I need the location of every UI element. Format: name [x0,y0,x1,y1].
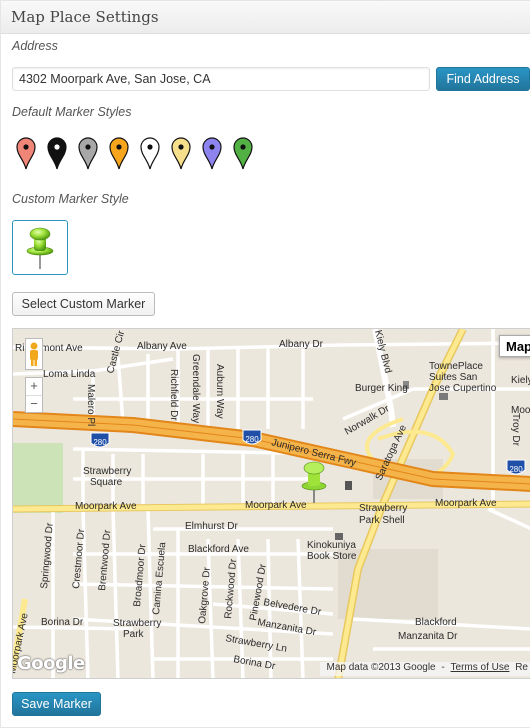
label-auburn-way: Auburn Way [214,364,225,419]
hotel-icon [439,393,448,400]
label-burger-king: Burger King [355,383,408,394]
interstate-280-shield-c: 280 [506,459,526,475]
custom-marker-preview[interactable] [12,220,68,275]
default-marker-pin-icon[interactable] [201,136,223,170]
default-marker-pin-icon[interactable] [15,136,37,170]
default-marker-pin-icon[interactable] [77,136,99,170]
map-data-text: Map data ©2013 Google [326,662,436,673]
label-moorpark-ave-right: Moorpark Ave [435,498,497,509]
default-marker-styles-label: Default Marker Styles [12,105,132,119]
label-moorpark-ave-mid: Moorpark Ave [245,500,307,511]
label-strawberry-square-1: Strawberry [83,466,131,477]
map-type-button[interactable]: Map [499,335,530,357]
label-richfield-dr: Richfield Dr [168,369,179,421]
shopping-bag-icon [335,533,343,540]
label-towneplace-3: Jose Cupertino [429,383,497,394]
map-view[interactable]: 280 280 280 Ridgemont Ave Albany Ave Alb… [12,328,530,679]
default-marker-pin-icon[interactable] [139,136,161,170]
label-moorpark-ave-left: Moorpark Ave [75,501,137,512]
green-pushpin-icon [26,227,54,269]
find-address-button[interactable]: Find Address [436,67,530,91]
street-map: 280 280 280 Ridgemont Ave Albany Ave Alb… [13,329,530,678]
report-error-link[interactable]: Re [515,662,528,673]
label-malero-pl: Malero Pl [85,384,96,426]
map-place-settings-panel: Map Place Settings Address Find Address … [0,0,530,728]
address-label: Address [12,39,58,53]
label-towneplace-1: TownePlace [429,361,483,372]
street-view-pegman-button[interactable] [25,338,43,370]
map-attribution: Map data ©2013 Google - Terms of Use Re [320,662,530,676]
custom-marker-style-label: Custom Marker Style [12,192,129,206]
default-marker-pin-icon[interactable] [170,136,192,170]
label-albany-dr: Albany Dr [279,339,324,350]
default-marker-pin-icon[interactable] [232,136,254,170]
label-blackford-school: Blackford [415,617,457,628]
label-kiely-right: Kiely [511,375,530,386]
label-albany-ave: Albany Ave [137,341,187,352]
zoom-out-button[interactable]: − [26,395,42,413]
label-troy-dr: Troy Dr [510,413,521,447]
google-logo: Google [17,653,85,674]
label-loma-linda: Loma Linda [43,369,96,380]
label-elmhurst-dr: Elmhurst Dr [185,521,238,532]
label-blackford-ave: Blackford Ave [188,544,249,555]
label-moo: Moo [511,405,530,416]
label-strawberry-square-2: Square [90,477,123,488]
interstate-280-shield-a: 280 [90,432,110,448]
label-strawberry-park-2: Park [123,629,145,640]
label-borina-dr-left: Borina Dr [41,617,84,628]
label-greendale-way: Greendale Way [190,354,201,423]
interstate-280-shield-b: 280 [242,429,262,445]
hw-280-shield-label-b: 280 [245,435,259,444]
panel-title: Map Place Settings [11,8,159,26]
label-strawberry-park-shell-1: Strawberry [359,503,407,514]
label-towneplace-2: Suites San [429,372,477,383]
save-marker-button[interactable]: Save Marker [12,692,101,716]
hw-280-shield-label-a: 280 [93,438,107,447]
label-strawberry-park-shell-2: Park Shell [359,515,405,526]
address-input[interactable] [12,67,430,91]
hw-280-shield-label-c: 280 [509,465,523,474]
pegman-icon [30,342,38,366]
label-kinokuniya-2: Book Store [307,551,357,562]
default-marker-list [15,136,265,170]
terms-of-use-link[interactable]: Terms of Use [451,662,510,673]
zoom-in-button[interactable]: + [26,378,42,395]
gas-station-icon [345,481,352,490]
panel-header: Map Place Settings [1,1,530,34]
select-custom-marker-button[interactable]: Select Custom Marker [12,292,155,316]
label-strawberry-park-1: Strawberry [113,618,161,629]
label-manzanita-dr-2: Manzanita Dr [398,631,458,642]
zoom-control: + − [25,377,43,413]
default-marker-pin-icon[interactable] [108,136,130,170]
label-kinokuniya-1: Kinokuniya [307,540,356,551]
default-marker-pin-icon[interactable] [46,136,68,170]
